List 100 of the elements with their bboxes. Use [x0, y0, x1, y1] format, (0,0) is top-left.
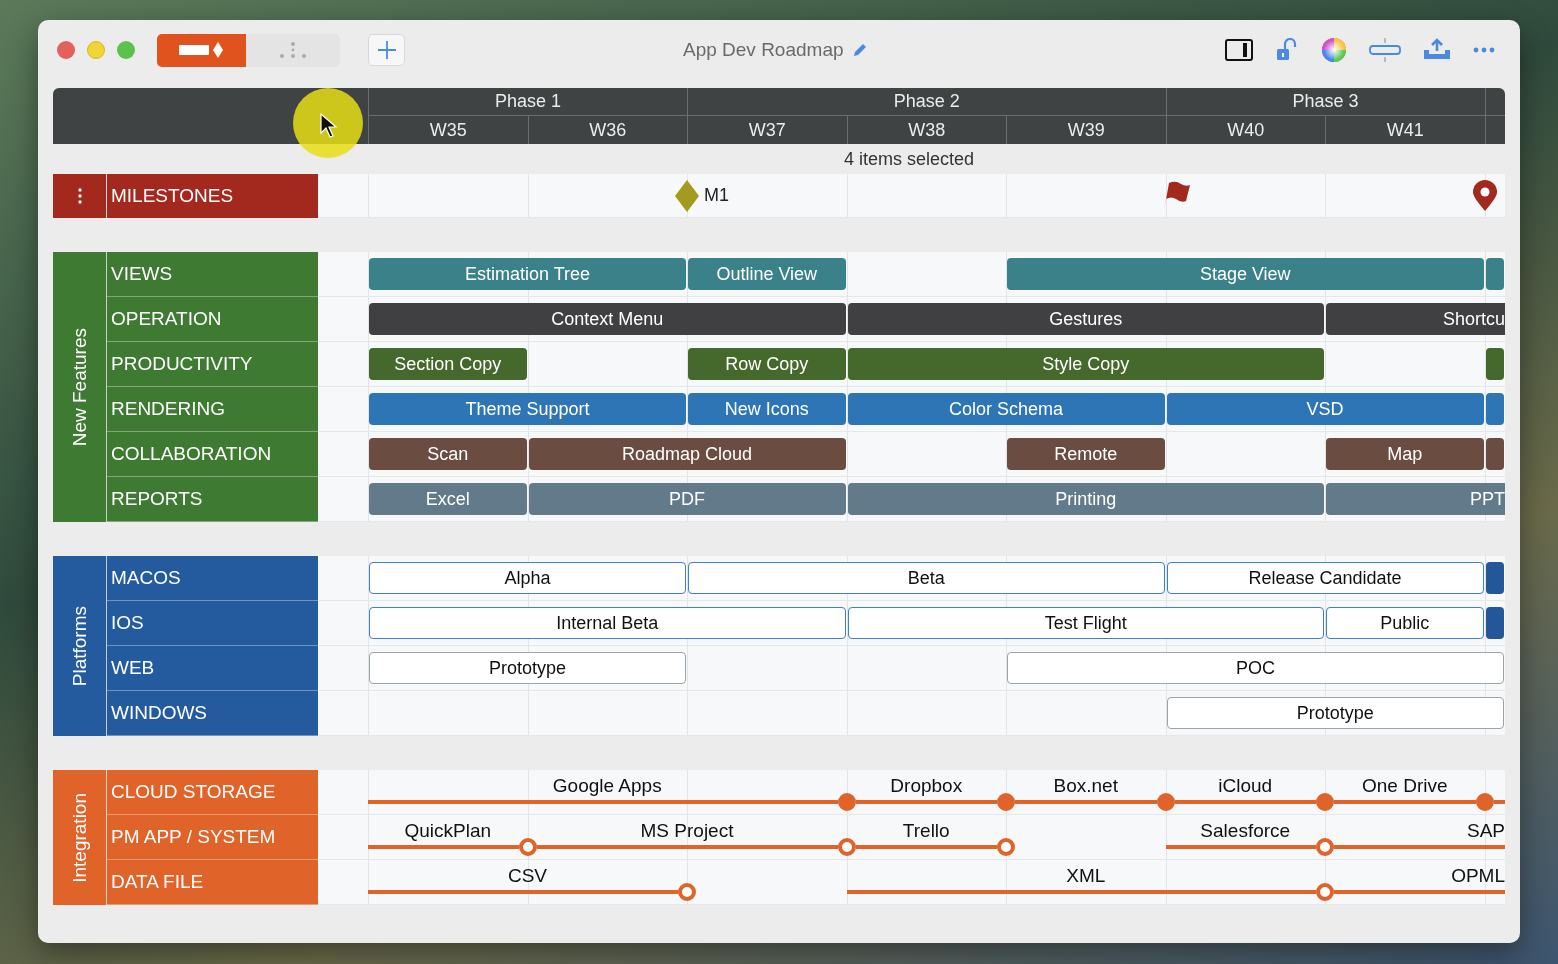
- integration-label: MS Project: [640, 820, 734, 842]
- milestone-ring[interactable]: [997, 838, 1015, 856]
- integration-label: Dropbox: [890, 775, 963, 797]
- row-label[interactable]: CLOUD STORAGE: [107, 770, 318, 815]
- week-header: W35: [368, 116, 528, 144]
- group-label[interactable]: Platforms: [53, 556, 107, 736]
- timeline-bar[interactable]: Public: [1326, 607, 1484, 639]
- timeline-bar[interactable]: Section Copy: [369, 348, 527, 380]
- more-icon[interactable]: [1473, 47, 1495, 53]
- timeline-bar[interactable]: Test Flight: [847, 607, 1324, 639]
- timeline-bar[interactable]: Estimation Tree: [369, 258, 686, 290]
- zoom-button[interactable]: [117, 41, 135, 59]
- timeline-bar[interactable]: Map: [1326, 438, 1484, 470]
- diamond-milestone-icon[interactable]: [674, 178, 700, 213]
- window-title: App Dev Roadmap: [683, 39, 844, 61]
- pencil-icon[interactable]: [851, 42, 868, 58]
- timeline-bar[interactable]: Alpha: [369, 562, 686, 594]
- timeline-bar[interactable]: Beta: [688, 562, 1165, 594]
- mouse-pointer-icon: [320, 113, 338, 139]
- timeline-bar[interactable]: VSD: [1166, 393, 1484, 425]
- timeline-bar[interactable]: Color Schema: [847, 393, 1165, 425]
- group-label[interactable]: New Features: [53, 252, 107, 522]
- phase-header: Phase 3: [1165, 88, 1485, 116]
- timeline-bar[interactable]: Printing: [847, 483, 1324, 515]
- group-label[interactable]: Integration: [53, 770, 107, 905]
- integration-label: XML: [1066, 865, 1106, 887]
- header-cell: [1484, 88, 1505, 116]
- timeline-bar[interactable]: Gestures: [847, 303, 1324, 335]
- row-label[interactable]: IOS: [107, 601, 318, 646]
- milestone-ring[interactable]: [1316, 883, 1334, 901]
- milestone-ring[interactable]: [1316, 838, 1334, 856]
- milestone-dot[interactable]: [837, 793, 856, 811]
- timeline-bar[interactable]: Roadmap Cloud: [528, 438, 846, 470]
- integration-label: SAP: [1466, 820, 1505, 842]
- milestone-dot[interactable]: [1316, 793, 1334, 811]
- row-label[interactable]: OPERATION: [107, 297, 318, 342]
- milestone-dot[interactable]: [1156, 793, 1175, 811]
- week-header: W39: [1006, 116, 1166, 144]
- row-label[interactable]: RENDERING: [107, 387, 318, 432]
- milestone-dot[interactable]: [997, 793, 1015, 811]
- share-icon[interactable]: [1423, 38, 1451, 62]
- integration-label: CSV: [507, 865, 548, 887]
- week-header: W41: [1325, 116, 1485, 144]
- week-header: W38: [846, 116, 1006, 144]
- close-button[interactable]: [57, 41, 75, 59]
- row-height-icon[interactable]: [1369, 37, 1401, 63]
- timeline-bar[interactable]: Excel: [369, 483, 527, 515]
- row-label[interactable]: MACOS: [107, 556, 318, 601]
- milestone-ring[interactable]: [518, 838, 537, 856]
- row-label[interactable]: WINDOWS: [107, 691, 318, 736]
- integration-label: QuickPlan: [404, 820, 492, 842]
- milestone-ring[interactable]: [678, 883, 696, 901]
- timeline-bar[interactable]: Scan: [369, 438, 527, 470]
- location-pin-icon[interactable]: [1471, 179, 1498, 212]
- add-button[interactable]: [368, 34, 405, 66]
- timeline-bar[interactable]: POC: [1007, 652, 1504, 684]
- timeline-bar[interactable]: Internal Beta: [369, 607, 846, 639]
- timeline-bar[interactable]: Prototype: [369, 652, 686, 684]
- plus-icon: [376, 40, 397, 60]
- timeline-bar[interactable]: Theme Support: [369, 393, 686, 425]
- row-label[interactable]: WEB: [107, 646, 318, 691]
- timeline-bar[interactable]: PPT: [1326, 483, 1505, 515]
- milestone-label: M1: [704, 185, 729, 206]
- timeline-view-button[interactable]: [157, 33, 246, 67]
- milestone-ring[interactable]: [837, 838, 856, 856]
- row-handle[interactable]: [53, 174, 107, 218]
- minimize-button[interactable]: [87, 41, 105, 59]
- integration-label: Salesforce: [1200, 820, 1291, 842]
- integration-label: OPML: [1451, 865, 1505, 887]
- unlocked-padlock-icon[interactable]: [1275, 38, 1299, 62]
- sidebar-icon[interactable]: [1225, 39, 1253, 61]
- bar-diamond-icon: [178, 41, 225, 59]
- integration-label: Google Apps: [552, 775, 662, 797]
- row-label[interactable]: DATA FILE: [107, 860, 318, 905]
- week-header: W37: [687, 116, 847, 144]
- timeline-bar[interactable]: Row Copy: [688, 348, 846, 380]
- timeline-bar[interactable]: Style Copy: [847, 348, 1324, 380]
- timeline-bar[interactable]: Shortcu: [1326, 303, 1505, 335]
- row-label[interactable]: PRODUCTIVITY: [107, 342, 318, 387]
- color-wheel-icon[interactable]: [1321, 37, 1347, 63]
- selection-status: 4 items selected: [843, 148, 975, 170]
- timeline-bar[interactable]: Stage View: [1007, 258, 1484, 290]
- row-label[interactable]: MILESTONES: [107, 174, 318, 218]
- vertical-dots-icon: [77, 188, 82, 204]
- timeline-bar[interactable]: New Icons: [688, 393, 846, 425]
- timeline-bar[interactable]: Release Candidate: [1166, 562, 1484, 594]
- integration-label: One Drive: [1362, 775, 1448, 797]
- timeline-bar[interactable]: Remote: [1007, 438, 1165, 470]
- week-header: W40: [1165, 116, 1325, 144]
- row-label[interactable]: REPORTS: [107, 477, 318, 522]
- milestone-dot[interactable]: [1475, 793, 1494, 811]
- timeline-bar[interactable]: PDF: [528, 483, 846, 515]
- row-label[interactable]: COLLABORATION: [107, 432, 318, 477]
- integration-label: iCloud: [1218, 775, 1273, 797]
- timeline-bar[interactable]: Context Menu: [369, 303, 846, 335]
- row-label[interactable]: VIEWS: [107, 252, 318, 297]
- timeline-bar[interactable]: Prototype: [1166, 697, 1504, 729]
- row-label[interactable]: PM APP / SYSTEM: [107, 815, 318, 860]
- week-header: W36: [527, 116, 687, 144]
- timeline-bar[interactable]: Outline View: [688, 258, 846, 290]
